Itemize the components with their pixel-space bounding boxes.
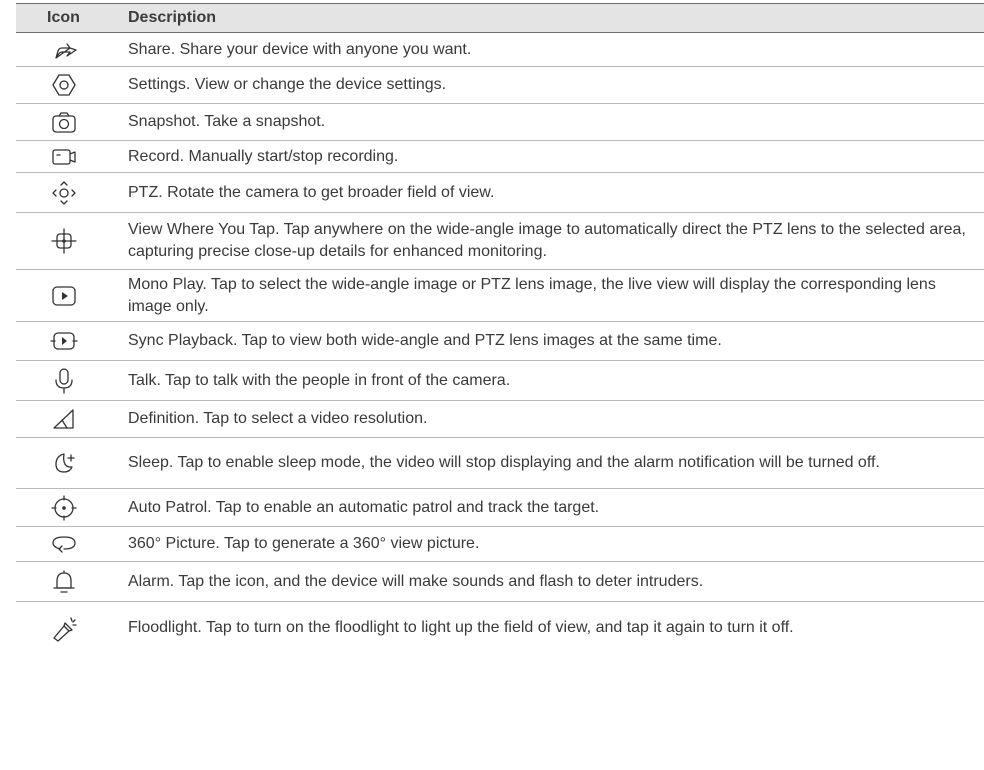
table-row-alarm: Alarm. Tap the icon, and the device will… <box>16 562 984 602</box>
table-row-sleep: Sleep. Tap to enable sleep mode, the vid… <box>16 438 984 489</box>
row-description: PTZ. Rotate the camera to get broader fi… <box>128 183 495 201</box>
table-row-floodlight: Floodlight. Tap to turn on the floodligh… <box>16 602 984 654</box>
header-description-label: Description <box>128 9 217 26</box>
row-description: Auto Patrol. Tap to enable an automatic … <box>128 498 600 516</box>
table-row-ptz: PTZ. Rotate the camera to get broader fi… <box>16 173 984 213</box>
row-description: Alarm. Tap the icon, and the device will… <box>128 572 704 590</box>
row-description: Definition. Tap to select a video resolu… <box>128 410 428 427</box>
row-description: Sleep. Tap to enable sleep mode, the vid… <box>128 454 880 471</box>
table-row-sync-playback: Sync Playback. Tap to view both wide-ang… <box>16 322 984 361</box>
settings-icon <box>16 67 111 103</box>
table-row-snapshot: Snapshot. Take a snapshot. <box>16 104 984 141</box>
table-header: Icon Description <box>16 3 984 33</box>
table-row-record: Record. Manually start/stop recording. <box>16 141 984 173</box>
table-row-settings: Settings. View or change the device sett… <box>16 67 984 104</box>
auto-patrol-icon <box>16 489 111 526</box>
target-crosshair-icon <box>16 213 111 269</box>
row-description: Talk. Tap to talk with the people in fro… <box>128 371 511 389</box>
row-description: Sync Playback. Tap to view both wide-ang… <box>128 332 722 349</box>
table-row-360-picture: 360° Picture. Tap to generate a 360° vie… <box>16 527 984 562</box>
row-description: Share. Share your device with anyone you… <box>128 40 472 58</box>
table-row-view-where-you-tap: View Where You Tap. Tap anywhere on the … <box>16 213 984 270</box>
camera-icon <box>16 104 111 140</box>
table-row-mono-play: Mono Play. Tap to select the wide-angle … <box>16 270 984 322</box>
table-row-talk: Talk. Tap to talk with the people in fro… <box>16 361 984 401</box>
record-icon <box>16 141 111 172</box>
table-row-definition: Definition. Tap to select a video resolu… <box>16 401 984 438</box>
microphone-icon <box>16 361 111 400</box>
ptz-icon <box>16 173 111 212</box>
row-description: View Where You Tap. Tap anywhere on the … <box>128 221 966 260</box>
definition-icon <box>16 401 111 437</box>
360-picture-icon <box>16 527 111 561</box>
row-description: 360° Picture. Tap to generate a 360° vie… <box>128 535 480 552</box>
row-description: Settings. View or change the device sett… <box>128 76 447 93</box>
row-description: Record. Manually start/stop recording. <box>128 147 399 165</box>
sleep-moon-icon <box>16 438 111 488</box>
sync-playback-icon <box>16 322 111 360</box>
header-icon-label: Icon <box>47 9 80 26</box>
bell-icon <box>16 562 111 601</box>
row-description: Floodlight. Tap to turn on the floodligh… <box>128 619 794 636</box>
row-description: Mono Play. Tap to select the wide-angle … <box>128 275 936 315</box>
mono-play-icon <box>16 270 111 321</box>
row-description: Snapshot. Take a snapshot. <box>128 113 326 130</box>
share-icon <box>16 33 111 66</box>
floodlight-icon <box>16 602 111 654</box>
table-row-auto-patrol: Auto Patrol. Tap to enable an automatic … <box>16 489 984 527</box>
icon-description-table: Icon Description Share. Share your devic… <box>16 3 984 654</box>
table-row-share: Share. Share your device with anyone you… <box>16 33 984 67</box>
